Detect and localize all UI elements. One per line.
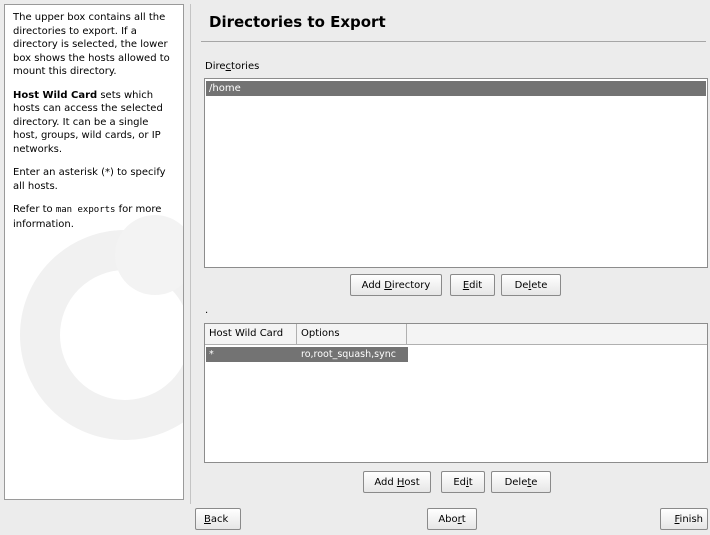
help-paragraph-4: Refer to man exports for more informatio… bbox=[13, 203, 175, 231]
add-host-button[interactable]: Add Host bbox=[363, 471, 431, 493]
directories-label: Directories bbox=[205, 61, 260, 72]
help-paragraph-1: The upper box contains all the directori… bbox=[13, 12, 170, 77]
help-refer-text: Refer to bbox=[13, 204, 56, 215]
help-term-host-wild-card: Host Wild Card bbox=[13, 89, 98, 101]
column-header-options[interactable]: Options bbox=[297, 324, 407, 344]
edit-directory-button[interactable]: Edit bbox=[450, 274, 495, 296]
finish-button[interactable]: Finish bbox=[660, 508, 708, 530]
add-directory-button[interactable]: Add Directory bbox=[350, 274, 442, 296]
watermark-logo-icon bbox=[20, 215, 183, 440]
table-row[interactable]: * ro,root_squash,sync bbox=[206, 347, 408, 362]
help-paragraph-3: Enter an asterisk (*) to specify all hos… bbox=[13, 167, 166, 192]
hosts-table-header: Host Wild Card Options bbox=[205, 324, 707, 345]
help-man-command: man exports bbox=[55, 205, 116, 215]
options-cell: ro,root_squash,sync bbox=[301, 349, 396, 360]
help-paragraph-2: Host Wild Card sets which hosts can acce… bbox=[13, 89, 175, 157]
abort-button[interactable]: Abort bbox=[427, 508, 477, 530]
help-panel: The upper box contains all the directori… bbox=[4, 4, 184, 500]
edit-host-button[interactable]: Edit bbox=[441, 471, 485, 493]
directories-list[interactable]: /home bbox=[204, 78, 708, 268]
back-button[interactable]: Back bbox=[195, 508, 241, 530]
hosts-table[interactable]: Host Wild Card Options * ro,root_squash,… bbox=[204, 323, 708, 463]
separator-dot: . bbox=[205, 305, 209, 316]
title-divider bbox=[201, 41, 706, 42]
directory-item[interactable]: /home bbox=[206, 81, 706, 96]
host-cell: * bbox=[209, 349, 214, 360]
page-title: Directories to Export bbox=[209, 13, 386, 31]
column-header-host-wild-card[interactable]: Host Wild Card bbox=[205, 324, 297, 344]
delete-directory-button[interactable]: Delete bbox=[501, 274, 561, 296]
main-panel: Directories to Export Directories /home … bbox=[190, 4, 708, 504]
delete-host-button[interactable]: Delete bbox=[491, 471, 551, 493]
